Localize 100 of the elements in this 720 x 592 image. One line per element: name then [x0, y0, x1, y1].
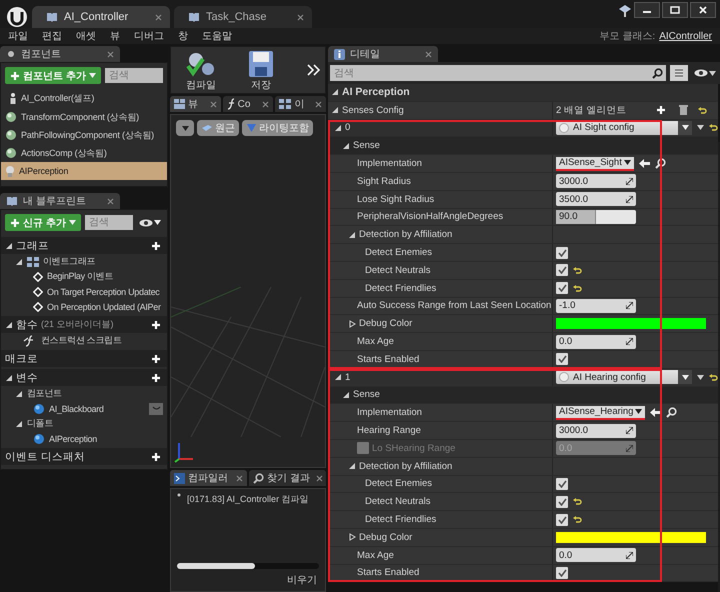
checkbox[interactable] [556, 246, 568, 259]
search-field[interactable]: 검색 [84, 215, 133, 230]
tree-item[interactable]: ActionsComp (상속됨) [1, 144, 167, 162]
tree-item[interactable]: AIPerception [1, 162, 167, 180]
tree-item[interactable]: 이벤트그래프 [43, 255, 96, 268]
parent-class-link[interactable]: AIController [659, 30, 712, 42]
close-icon[interactable] [425, 50, 432, 58]
panel-tab[interactable]: 찾기 결과 [249, 470, 326, 486]
tree-item[interactable]: 변수 [16, 370, 38, 384]
disclosure-triangle-icon[interactable] [331, 106, 339, 114]
editor-tab[interactable]: Co [222, 96, 274, 112]
scrollbar[interactable] [177, 563, 319, 569]
panel-tab[interactable]: 디테일 [328, 46, 438, 62]
checkbox[interactable] [556, 353, 568, 366]
close-button[interactable] [690, 2, 716, 18]
tree-item[interactable]: AIPerception [49, 434, 97, 444]
disclosure-triangle-icon[interactable] [334, 373, 342, 382]
search-field[interactable]: 검색 [330, 65, 648, 81]
tree-item[interactable]: 컨스트럭션 스크립트 [41, 334, 122, 347]
search-button[interactable] [648, 65, 666, 81]
disclosure-triangle-icon[interactable] [348, 533, 356, 542]
tree-item[interactable]: On Perception Updated (AIPer [47, 302, 161, 312]
tree-item[interactable]: AI_Blackboard [49, 404, 104, 414]
disclosure-triangle-icon[interactable] [348, 230, 356, 239]
panel-tab[interactable]: 컴포넌트 [0, 46, 120, 62]
checkbox[interactable] [556, 478, 568, 490]
slider[interactable]: 90.0 [556, 210, 636, 224]
save-button[interactable]: 저장 [233, 49, 289, 91]
menu-item[interactable]: 디버그 [134, 29, 164, 43]
checkbox[interactable] [556, 566, 568, 579]
maximize-button[interactable] [662, 2, 688, 18]
disclosure-triangle-icon[interactable] [5, 320, 13, 328]
clear-button[interactable]: 비우기 [285, 573, 319, 587]
tree-item[interactable]: TransformComponent (상속됨) [1, 108, 167, 126]
checkbox[interactable] [556, 496, 568, 508]
disclosure-triangle-icon[interactable] [348, 320, 356, 328]
number-field[interactable]: -1.0 [556, 298, 636, 313]
close-icon[interactable] [107, 198, 114, 204]
menu-item[interactable]: 파일 [8, 29, 28, 43]
disclosure-triangle-icon[interactable] [5, 374, 13, 382]
disclosure-triangle-icon[interactable] [331, 88, 339, 96]
disclosure-triangle-icon[interactable] [342, 142, 350, 150]
arrow-left-icon[interactable] [638, 159, 650, 168]
number-field[interactable]: 0.0 [556, 548, 636, 562]
color-swatch[interactable] [556, 318, 706, 330]
close-icon[interactable] [155, 14, 162, 20]
number-field[interactable]: 0.0 [556, 334, 636, 349]
menu-item[interactable]: 뷰 [110, 29, 120, 43]
checkbox[interactable] [556, 514, 568, 526]
disclosure-triangle-icon[interactable] [334, 124, 342, 132]
close-icon[interactable] [297, 14, 304, 20]
disclosure-triangle-icon[interactable] [5, 242, 13, 250]
arrow-left-icon[interactable] [650, 408, 662, 418]
editor-tab[interactable]: 뷰 [170, 96, 221, 112]
disclosure-triangle-icon[interactable] [15, 258, 23, 266]
add-component-button[interactable]: 컴포넌트 추가 [5, 67, 101, 84]
close-icon[interactable] [210, 100, 217, 108]
close-icon[interactable] [107, 50, 114, 58]
viewport-menu-button[interactable] [176, 120, 194, 136]
add-new-button[interactable]: 신규 추가 [5, 214, 81, 231]
minimize-button[interactable] [634, 2, 660, 18]
color-swatch[interactable] [556, 532, 706, 543]
close-icon[interactable] [262, 100, 270, 108]
panel-tab[interactable]: 내 블루프린트 [0, 193, 120, 209]
menu-item[interactable]: 창 [178, 29, 188, 43]
reset-icon[interactable] [573, 284, 582, 293]
close-icon[interactable] [236, 474, 243, 482]
reset-icon[interactable] [573, 266, 582, 275]
tree-item[interactable]: BeginPlay 이벤트 [47, 270, 114, 283]
visibility-toggle[interactable] [149, 402, 163, 414]
number-field[interactable]: 3500.0 [556, 192, 636, 206]
tree-item[interactable]: AI_Controller(셀프) [1, 88, 167, 108]
close-icon[interactable] [315, 100, 322, 108]
tree-item[interactable]: 디폴트 [27, 417, 54, 430]
number-field[interactable]: 3000.0 [556, 424, 636, 438]
tree-item[interactable]: 컴포넌트 [27, 387, 62, 400]
number-field[interactable]: 3000.0 [556, 174, 636, 188]
disclosure-triangle-icon[interactable] [15, 420, 23, 428]
checkbox[interactable] [556, 264, 568, 276]
checkbox[interactable] [556, 282, 568, 294]
close-icon[interactable] [316, 474, 323, 482]
panel-tab[interactable]: 컴파일러 [170, 470, 247, 486]
tree-item[interactable]: 매크로 [5, 352, 38, 366]
disclosure-triangle-icon[interactable] [348, 462, 356, 470]
list-view-button[interactable] [670, 65, 688, 81]
class-dropdown[interactable]: AISense_Hearing [556, 406, 646, 420]
tree-item[interactable]: 그래프 [16, 238, 49, 252]
editor-tab[interactable]: 이 [275, 96, 326, 112]
disclosure-triangle-icon[interactable] [342, 390, 350, 399]
search-field[interactable]: 검색 [104, 68, 163, 83]
tree-item[interactable]: 함수 [16, 318, 38, 332]
disclosure-triangle-icon[interactable] [15, 390, 23, 398]
compile-button[interactable]: 컴파일 [173, 49, 229, 91]
class-dropdown[interactable]: AISense_Sight [556, 156, 634, 171]
tree-item[interactable]: PathFollowingComponent (상속됨) [1, 126, 167, 144]
reset-icon[interactable] [573, 515, 582, 524]
menu-item[interactable]: 도움말 [202, 29, 232, 43]
config-dropdown[interactable]: AI Hearing config [556, 370, 692, 384]
document-tab[interactable]: Task_Chase [174, 6, 312, 28]
document-tab[interactable]: AI_Controller [32, 6, 170, 28]
